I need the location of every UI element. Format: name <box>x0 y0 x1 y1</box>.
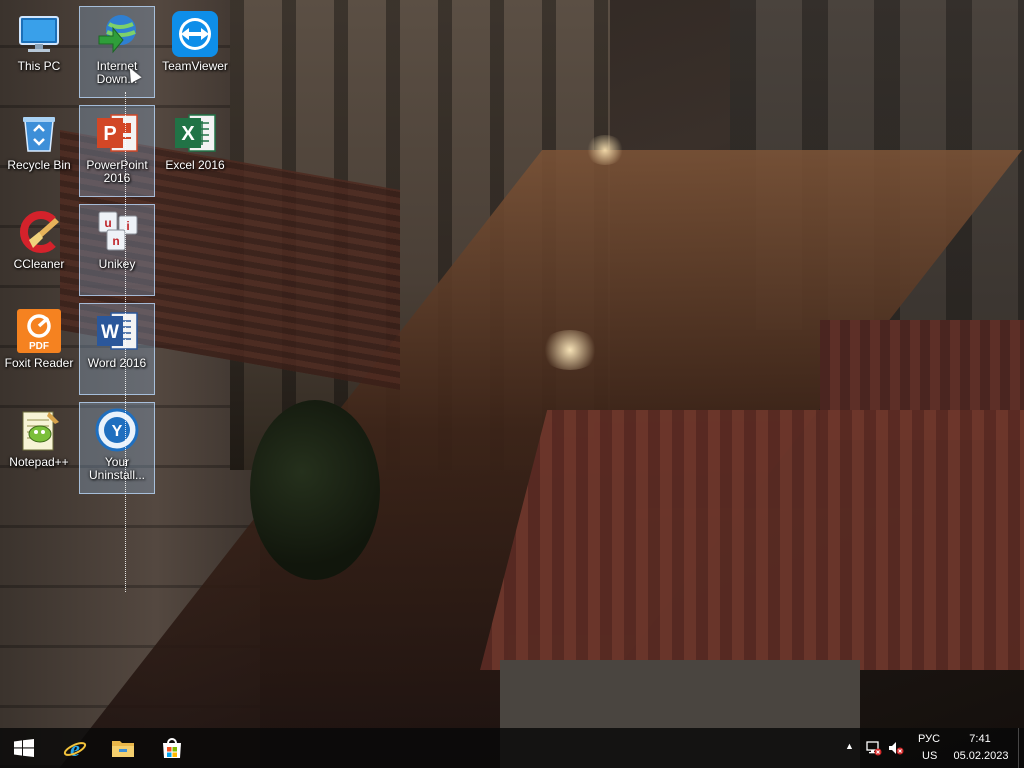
svg-text:Y: Y <box>112 423 123 440</box>
windows-logo-icon <box>14 739 34 757</box>
desktop-icon-label: Word 2016 <box>87 356 147 370</box>
desktop-icon-label: CCleaner <box>13 257 65 271</box>
word-icon: W <box>97 312 138 350</box>
desktop-icon-recycle-bin[interactable]: Recycle Bin <box>1 105 77 197</box>
internet-explorer-icon: e <box>63 736 87 760</box>
desktop-icon-ccleaner[interactable]: CCleaner <box>1 204 77 296</box>
svg-text:u: u <box>104 216 111 230</box>
unikey-icon: u i n <box>98 211 138 251</box>
desktop-icon-notepad-plus-plus[interactable]: Notepad++ <box>1 402 77 494</box>
svg-text:n: n <box>112 234 119 248</box>
clock-time: 7:41 <box>969 733 991 745</box>
volume-muted-icon[interactable] <box>888 740 904 756</box>
clock-date: 05.02.2023 <box>953 750 1009 762</box>
notepad-plus-plus-icon <box>22 411 59 451</box>
desktop-icon-label: Recycle Bin <box>7 158 71 172</box>
teamviewer-icon <box>172 11 218 57</box>
desktop-icon-foxit-reader[interactable]: PDF Foxit Reader <box>1 303 77 395</box>
desktop-icon-label: Unikey <box>98 257 136 271</box>
desktop-icon-powerpoint-2016[interactable]: P PowerPoint 2016 <box>79 105 155 197</box>
drag-selection-guide <box>125 92 126 592</box>
svg-text:e: e <box>70 736 80 760</box>
show-desktop-button[interactable] <box>1018 728 1024 768</box>
taskbar-file-explorer[interactable] <box>99 728 147 768</box>
wallpaper-roof-front <box>480 410 1024 670</box>
desktop-icon-word-2016[interactable]: W Word 2016 <box>79 303 155 395</box>
keyboard-layout-label: US <box>922 750 938 762</box>
show-hidden-icons-button[interactable]: ▲ <box>845 741 854 751</box>
desktop-icon-internet-download-manager[interactable]: Internet Down... <box>79 6 155 98</box>
excel-icon: X <box>175 114 216 152</box>
powerpoint-icon: P <box>97 114 138 152</box>
taskbar-store[interactable] <box>148 728 196 768</box>
start-button[interactable] <box>0 728 48 768</box>
svg-text:X: X <box>181 123 195 145</box>
svg-text:PDF: PDF <box>29 341 49 352</box>
wallpaper-tree <box>250 400 380 580</box>
desktop-icon-label: PowerPoint 2016 <box>86 158 148 185</box>
language-label: РУС <box>918 733 941 745</box>
taskbar: e ▲ РУС US 7:41 05.02.2023 <box>0 728 1024 768</box>
network-icon[interactable] <box>866 740 882 756</box>
desktop-icon-label: Foxit Reader <box>4 356 74 370</box>
desktop-icon-excel-2016[interactable]: X Excel 2016 <box>157 105 233 197</box>
desktop-icon-this-pc[interactable]: This PC <box>1 6 77 98</box>
globe-download-icon <box>98 15 136 54</box>
desktop-icon-teamviewer[interactable]: TeamViewer <box>157 6 233 98</box>
svg-text:i: i <box>126 219 129 233</box>
desktop-icon-label: TeamViewer <box>162 59 228 73</box>
monitor-icon <box>19 16 59 52</box>
store-icon <box>163 738 181 758</box>
foxit-reader-icon: PDF <box>17 309 61 353</box>
wallpaper-streetlight-glow <box>585 135 625 165</box>
your-uninstaller-icon: Y <box>95 408 139 452</box>
folder-icon <box>112 741 134 757</box>
desktop-icon-label: Internet Down... <box>96 59 138 86</box>
taskbar-internet-explorer[interactable]: e <box>51 728 99 768</box>
wallpaper-streetlight-glow <box>540 330 600 370</box>
svg-text:W: W <box>101 322 119 343</box>
desktop-icon-label: This PC <box>17 59 61 73</box>
desktop-icon-label: Excel 2016 <box>165 158 225 172</box>
desktop-icon-label: Your Uninstall... <box>88 455 146 482</box>
desktop-icon-label: Notepad++ <box>9 455 69 469</box>
ccleaner-icon <box>19 211 59 253</box>
svg-text:P: P <box>103 123 116 145</box>
desktop-icon-unikey[interactable]: u i n Unikey <box>79 204 155 296</box>
desktop-icon-your-uninstaller[interactable]: Y Your Uninstall... <box>79 402 155 494</box>
recycle-bin-icon <box>23 117 55 152</box>
